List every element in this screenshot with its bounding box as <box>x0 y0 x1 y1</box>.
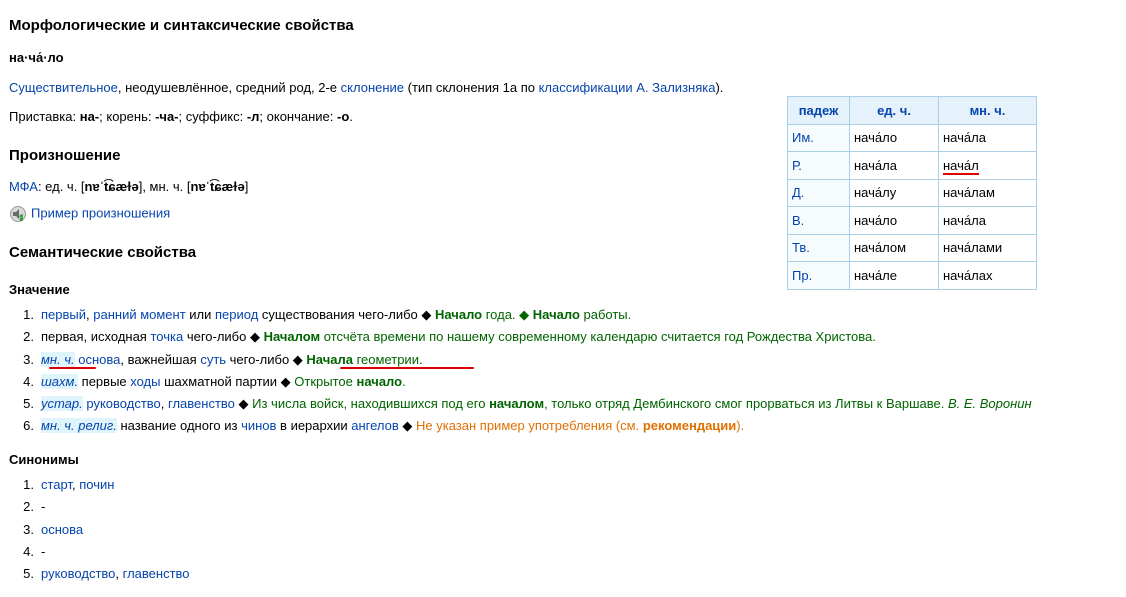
ipa-singular: nɐˈt͡ɕæɫə <box>84 179 139 194</box>
link-basis[interactable]: основа <box>78 352 120 367</box>
header-plural: мн. ч. <box>938 96 1037 125</box>
link-point[interactable]: точка <box>150 329 183 344</box>
link-noun[interactable]: Существительное <box>9 80 118 95</box>
semantic-heading: Семантические свойства <box>9 244 197 261</box>
link-initiative[interactable]: почин <box>79 477 114 492</box>
link-first[interactable]: первый <box>41 307 86 322</box>
synonym-item-1: 1. старт, почин <box>23 477 115 492</box>
link-essence[interactable]: суть <box>200 352 226 367</box>
annotation-underline-example <box>340 367 474 369</box>
link-moves[interactable]: ходы <box>130 374 160 389</box>
ipa-plural: nɐˈt͡ɕæɫə <box>190 179 245 194</box>
ipa-line: МФА: ед. ч. [nɐˈt͡ɕæɫə], мн. ч. [nɐˈt͡ɕæ… <box>9 179 249 194</box>
declension-row: Пр. нача́ле нача́лах <box>787 261 1037 290</box>
link-early-moment[interactable]: ранний момент <box>93 307 185 322</box>
link-supremacy-syn[interactable]: главенство <box>123 566 190 581</box>
declension-table: падеж ед. ч. мн. ч. Им. нача́ло нача́ла Р.… <box>787 96 1037 290</box>
declension-row: Тв. нача́лом нача́лами <box>787 233 1037 262</box>
synonyms-heading: Синонимы <box>9 452 79 467</box>
link-zaliznyak[interactable]: классификации А. Зализняка <box>539 80 716 95</box>
header-singular: ед. ч. <box>849 96 939 125</box>
synonym-item-2: 2. - <box>23 499 46 515</box>
word-syllables: на·ча́·ло <box>9 50 64 65</box>
label-obsolete[interactable]: устар. <box>41 396 83 412</box>
declension-row: Им. нача́ло нача́ла <box>787 123 1037 152</box>
link-ipa[interactable]: МФА <box>9 179 38 194</box>
synonym-item-4: 4. - <box>23 543 46 559</box>
label-religion[interactable]: религ. <box>78 418 117 434</box>
meanings-list: 1. первый, ранний момент или период сущес… <box>16 304 1032 438</box>
meaning-item-4: 4. шахм. первые ходы шахматной партии ◆ О… <box>23 373 406 389</box>
label-plural[interactable]: мн. ч. <box>41 351 75 367</box>
link-supremacy[interactable]: главенство <box>168 396 235 411</box>
meaning-item-5: 5. устар. руководство, главенство ◆ Из чи… <box>23 396 1032 412</box>
meaning-item-1: 1. первый, ранний момент или период сущес… <box>23 307 632 322</box>
synonym-item-3: 3. основа <box>23 521 84 537</box>
label-plural[interactable]: мн. ч. <box>41 418 75 434</box>
quote-author: В. Е. Воронин <box>947 396 1032 412</box>
meaning-item-2: 2. первая, исходная точка чего-либо ◆ Нач… <box>23 329 876 345</box>
link-declension[interactable]: склонение <box>341 80 404 95</box>
link-basis-syn[interactable]: основа <box>41 522 83 537</box>
declension-header-row: падеж ед. ч. мн. ч. <box>787 96 1037 125</box>
link-angels[interactable]: ангелов <box>351 418 399 433</box>
synonyms-list: 1. старт, почин 2. - 3. основа 4. - 5. руково… <box>16 474 190 585</box>
synonym-item-5: 5. руководство, главенство <box>23 566 190 582</box>
meaning-heading: Значение <box>9 282 70 297</box>
label-chess[interactable]: шахм. <box>41 373 79 389</box>
declension-row: Д. нача́лу нача́лам <box>787 178 1037 207</box>
morpheme-line: Приставка: на-; корень: -ча-; суффикс: -… <box>9 109 353 124</box>
meaning-item-3: 3. мн. ч. основа, важнейшая суть чего-либ… <box>23 351 423 367</box>
declension-row: В. нача́ло нача́ла <box>787 206 1037 235</box>
link-pronunciation-example[interactable]: Пример произношения <box>31 205 170 220</box>
header-case: падеж <box>787 96 850 125</box>
link-leadership[interactable]: руководство <box>86 396 160 411</box>
morph-heading: Морфологические и синтаксические свойств… <box>9 17 354 34</box>
link-recommendations[interactable]: рекомендации <box>643 418 736 433</box>
pronunciation-heading: Произношение <box>9 147 121 164</box>
link-leadership-syn[interactable]: руководство <box>41 566 115 581</box>
audio-row: Пример произношения <box>9 205 170 223</box>
link-ranks[interactable]: чинов <box>241 418 276 433</box>
link-period[interactable]: период <box>215 307 258 322</box>
meaning-item-6: 6. мн. ч. религ. название одного из чинов… <box>23 418 745 434</box>
speaker-icon[interactable] <box>9 205 27 223</box>
link-start[interactable]: старт <box>41 477 72 492</box>
genitive-plural-form: нача́л <box>943 157 979 175</box>
grammar-line: Существительное, неодушевлённое, средний… <box>9 80 724 95</box>
annotation-underline-label <box>49 367 96 369</box>
declension-row: Р. нача́ла нача́л <box>787 151 1037 180</box>
